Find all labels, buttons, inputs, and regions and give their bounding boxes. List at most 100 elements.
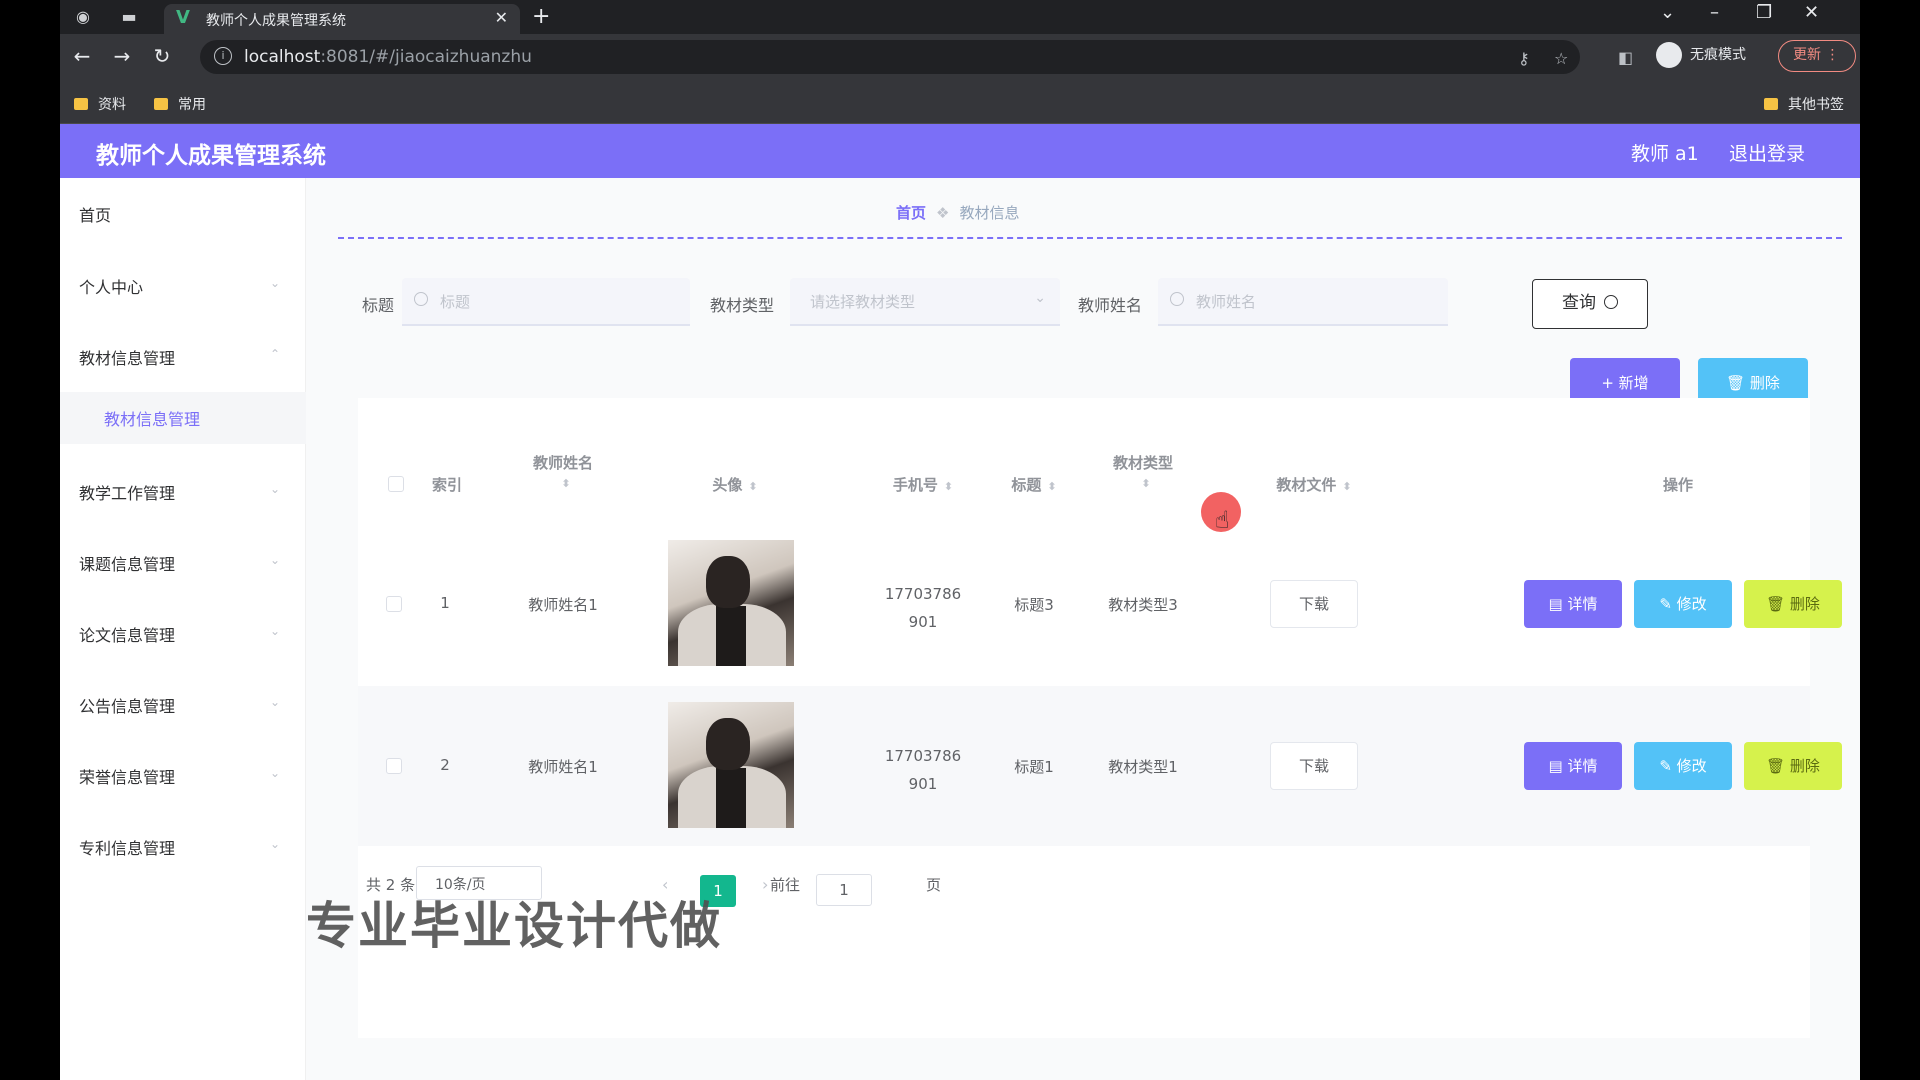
globe-icon[interactable]: ◉: [72, 6, 94, 28]
cell-index: 2: [440, 756, 450, 774]
forward-icon[interactable]: →: [108, 44, 136, 68]
bookmark-folder-1[interactable]: 资料: [74, 94, 126, 114]
logout-link[interactable]: 退出登录: [1729, 139, 1805, 166]
breadcrumb-current: 教材信息: [959, 204, 1020, 222]
header-index: 索引: [432, 476, 463, 494]
detail-button[interactable]: ▤ 详情: [1524, 742, 1622, 790]
header-title[interactable]: 标题 ⬍: [984, 474, 1084, 495]
sidebar-item-teaching[interactable]: 教学工作管理: [79, 480, 175, 504]
next-page-icon[interactable]: ›: [762, 875, 768, 894]
folder-icon: [154, 98, 168, 110]
new-tab-icon[interactable]: +: [532, 4, 550, 29]
type-select[interactable]: 请选择教材类型 ⌄: [790, 278, 1060, 326]
sidebar-subitem-textbook[interactable]: 教材信息管理: [60, 392, 306, 444]
cell-title: 标题3: [1014, 596, 1054, 614]
sidebar-item-home[interactable]: 首页: [79, 202, 111, 226]
select-all-checkbox[interactable]: [388, 476, 404, 492]
incognito-icon: [1656, 42, 1682, 68]
minimize-icon[interactable]: –: [1710, 2, 1719, 23]
header-file[interactable]: 教材文件 ⬍: [1254, 474, 1374, 495]
teacher-label: 教师姓名: [1078, 296, 1143, 315]
cell-phone: 17703786 901: [884, 747, 962, 793]
side-panel-icon[interactable]: ◧: [1618, 48, 1633, 67]
cell-teacher: 教师姓名1: [528, 596, 598, 614]
tab-active[interactable]: V 教师个人成果管理系统 ✕: [164, 4, 520, 34]
tab-title: 教师个人成果管理系统: [206, 13, 346, 29]
bookmark-star-icon[interactable]: ☆: [1554, 49, 1568, 68]
chevron-down-icon: ⌄: [270, 766, 281, 780]
tab-close-icon[interactable]: ✕: [495, 8, 508, 27]
avatar-image: [668, 540, 794, 666]
folder-icon: [1764, 98, 1778, 110]
sort-icon[interactable]: ⬍: [1141, 477, 1150, 490]
tab-list-icon[interactable]: ⌄: [1660, 2, 1675, 23]
download-button[interactable]: 下载: [1270, 580, 1358, 628]
chevron-down-icon: ⌄: [270, 482, 281, 496]
hand-cursor-icon: ☝: [1215, 506, 1230, 534]
sidebar: 首页 个人中心 ⌄ 教材信息管理 ⌃ 教材信息管理 教学工作管理 ⌄ 课题信息管…: [60, 178, 306, 1080]
vue-favicon-icon: V: [176, 7, 190, 28]
url-text[interactable]: localhost:8081/#/jiaocaizhuanzhu: [244, 47, 532, 67]
sort-icon[interactable]: ⬍: [1047, 480, 1056, 493]
header-avatar[interactable]: 头像 ⬍: [680, 474, 790, 495]
chevron-down-icon: ⌄: [270, 276, 281, 290]
cell-teacher: 教师姓名1: [528, 758, 598, 776]
edit-button[interactable]: ✎ 修改: [1634, 580, 1732, 628]
sidebar-item-patent[interactable]: 专利信息管理: [79, 835, 175, 859]
goto-page-input[interactable]: 1: [816, 874, 872, 906]
chevron-down-icon: ⌄: [270, 624, 281, 638]
header-type[interactable]: 教材类型 ⬍: [1088, 452, 1198, 491]
sort-icon[interactable]: ⬍: [561, 477, 570, 490]
sort-icon[interactable]: ⬍: [748, 480, 757, 493]
row-checkbox[interactable]: [386, 596, 402, 612]
window-close-icon[interactable]: ✕: [1804, 2, 1819, 23]
download-button[interactable]: 下载: [1270, 742, 1358, 790]
back-icon[interactable]: ←: [68, 44, 96, 68]
sidebar-item-textbook[interactable]: 教材信息管理: [79, 345, 175, 369]
query-button[interactable]: 查询: [1532, 279, 1648, 329]
type-label: 教材类型: [710, 296, 775, 315]
edit-button[interactable]: ✎ 修改: [1634, 742, 1732, 790]
header-teacher[interactable]: 教师姓名 ⬍: [508, 452, 618, 491]
goto-label: 前往: [770, 876, 801, 894]
restore-icon[interactable]: ❐: [1756, 2, 1772, 23]
search-icon: [1604, 295, 1618, 309]
sidebar-item-project[interactable]: 课题信息管理: [79, 551, 175, 575]
delete-button[interactable]: 🗑 删除: [1744, 742, 1842, 790]
detail-button[interactable]: ▤ 详情: [1524, 580, 1622, 628]
password-key-icon[interactable]: ⚷: [1518, 49, 1530, 68]
breadcrumb: 首页 ❖ 教材信息: [896, 202, 1019, 223]
cell-phone: 17703786 901: [884, 585, 962, 631]
sort-icon[interactable]: ⬍: [1342, 480, 1351, 493]
address-bar[interactable]: i localhost:8081/#/jiaocaizhuanzhu ☆ ⚷: [200, 40, 1580, 74]
bookmark-folder-2[interactable]: 常用: [154, 94, 206, 114]
folder-icon: [74, 98, 88, 110]
sidebar-item-paper[interactable]: 论文信息管理: [79, 622, 175, 646]
sort-icon[interactable]: ⬍: [944, 480, 953, 493]
cell-title: 标题1: [1014, 758, 1054, 776]
reload-icon[interactable]: ↻: [148, 44, 176, 68]
chevron-up-icon: ⌃: [270, 347, 281, 361]
sidebar-item-honor[interactable]: 荣誉信息管理: [79, 764, 175, 788]
delete-button[interactable]: 🗑 删除: [1744, 580, 1842, 628]
update-button[interactable]: 更新 ⋮: [1778, 40, 1856, 72]
incognito-indicator[interactable]: 无痕模式: [1656, 42, 1746, 68]
search-icon: [1170, 292, 1184, 306]
chevron-down-icon: ⌄: [270, 695, 281, 709]
title-search-input[interactable]: 标题: [402, 278, 690, 326]
tab-search-icon[interactable]: ▬: [118, 6, 140, 28]
site-info-icon[interactable]: i: [214, 47, 232, 65]
teacher-search-input[interactable]: 教师姓名: [1158, 278, 1448, 326]
header-phone[interactable]: 手机号 ⬍: [868, 474, 978, 495]
table-row: 2 教师姓名1 17703786 901 标题1 教材类型1 下载 ▤ 详情 ✎ …: [358, 686, 1842, 846]
app-title: 教师个人成果管理系统: [96, 143, 326, 169]
row-checkbox[interactable]: [386, 758, 402, 774]
header-ops: 操作: [1662, 476, 1693, 494]
current-user[interactable]: 教师 a1: [1631, 139, 1699, 166]
other-bookmarks[interactable]: 其他书签: [1764, 94, 1844, 114]
breadcrumb-separator-icon: ❖: [936, 204, 950, 222]
sidebar-item-profile[interactable]: 个人中心: [79, 274, 143, 298]
sidebar-item-notice[interactable]: 公告信息管理: [79, 693, 175, 717]
search-icon: [414, 292, 428, 306]
breadcrumb-home[interactable]: 首页: [896, 204, 926, 222]
